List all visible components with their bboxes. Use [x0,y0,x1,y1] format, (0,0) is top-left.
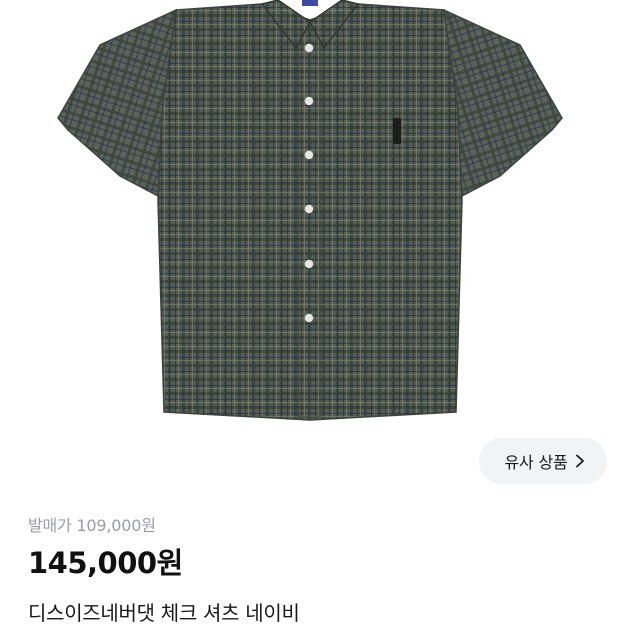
product-title: 디스이즈네버댓 체크 셔츠 네이비 [28,601,300,625]
shirt-left-sleeve [57,8,177,198]
similar-products-button[interactable]: 유사 상품 [479,438,607,484]
product-image[interactable] [0,0,620,430]
similar-products-label: 유사 상품 [504,453,568,472]
release-price: 발매가 109,000원 [28,516,156,535]
current-price: 145,000원 [28,546,183,580]
shirt-collar-label [302,0,318,6]
chevron-right-icon [573,454,587,468]
shirt-illustration [57,0,563,421]
shirt-right-sleeve [443,8,563,198]
